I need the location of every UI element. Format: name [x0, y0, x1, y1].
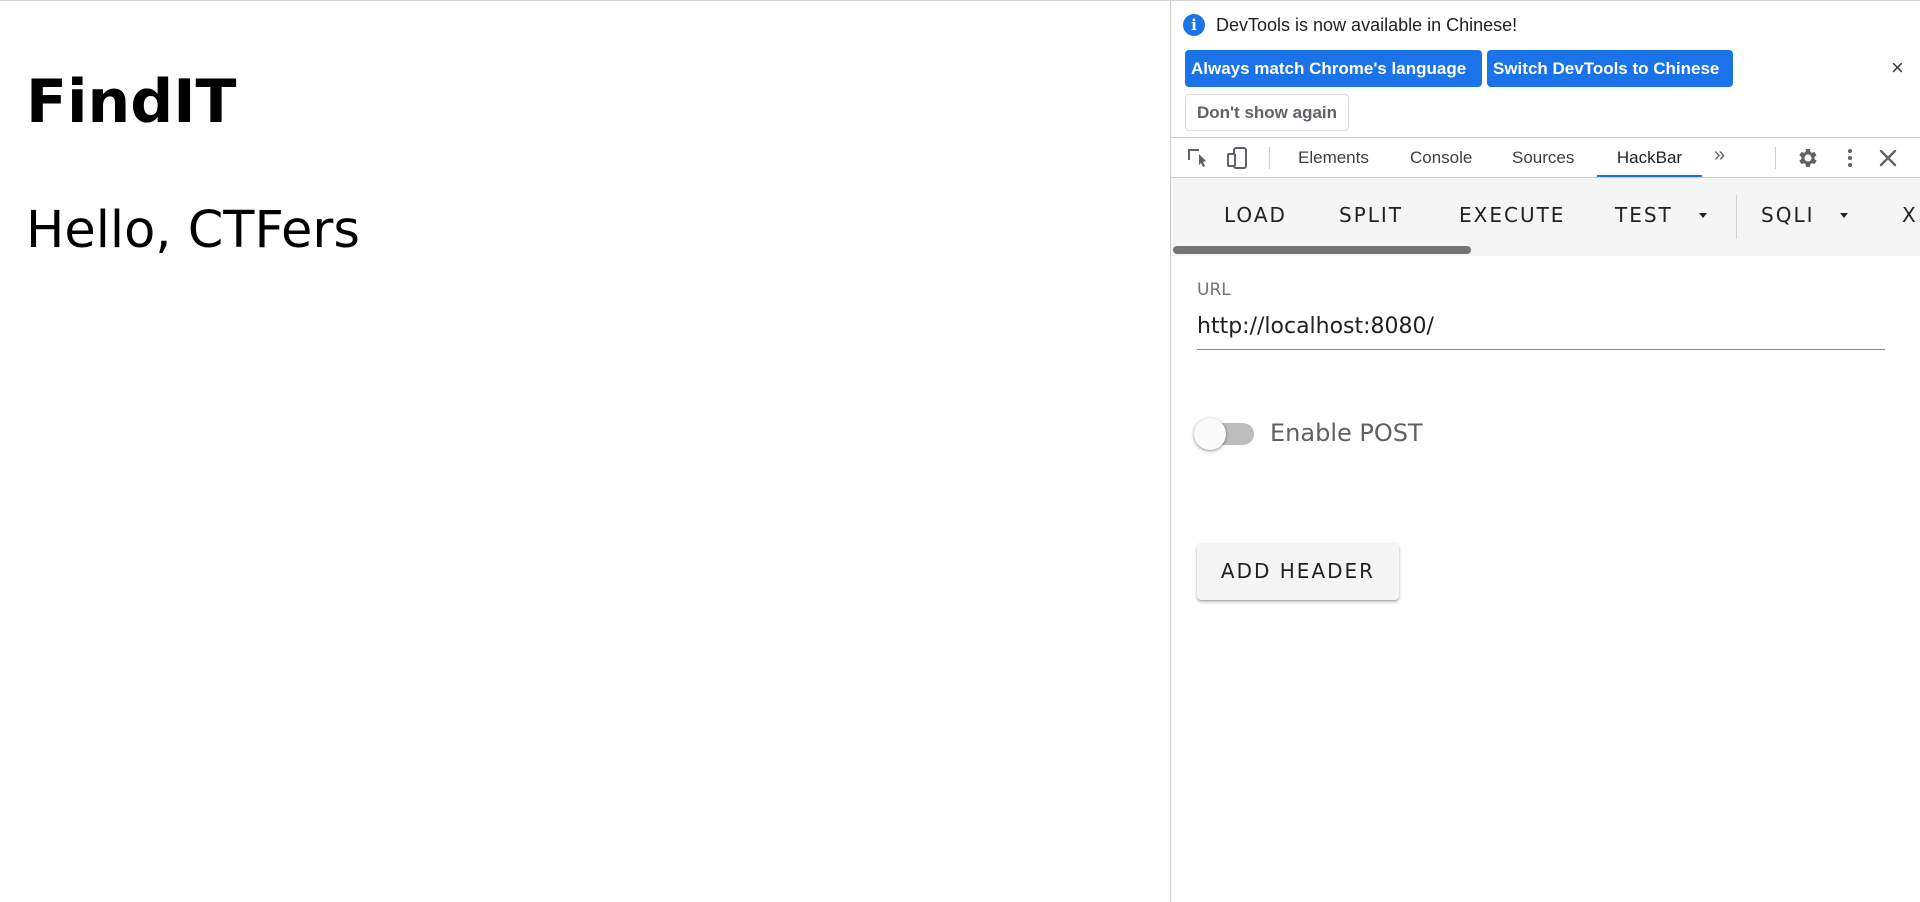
switch-to-chinese-button[interactable]: Switch DevTools to Chinese	[1487, 50, 1733, 87]
sqli-dropdown-icon	[1840, 213, 1848, 218]
devtools-tabbar: Elements Console Sources HackBar »	[1171, 137, 1920, 178]
sqli-menu-button[interactable]: SQLI	[1761, 203, 1814, 227]
url-input[interactable]	[1197, 303, 1885, 350]
infobar-close-icon[interactable]: ×	[1891, 55, 1904, 81]
dont-show-again-button[interactable]: Don't show again	[1185, 94, 1349, 131]
devtools-panel: i DevTools is now available in Chinese! …	[1170, 1, 1920, 902]
settings-gear-icon[interactable]	[1795, 146, 1819, 170]
split-button[interactable]: SPLIT	[1339, 203, 1403, 227]
page-greeting: Hello, CTFers	[26, 201, 360, 260]
enable-post-switch[interactable]	[1194, 418, 1226, 450]
more-options-icon[interactable]	[1838, 146, 1862, 170]
hackbar-toolbar: LOAD SPLIT EXECUTE TEST SQLI X	[1171, 178, 1920, 256]
next-menu-button[interactable]: X	[1902, 203, 1918, 227]
tab-console[interactable]: Console	[1410, 138, 1472, 177]
tab-hackbar[interactable]: HackBar	[1597, 138, 1702, 177]
toolbar-divider	[1775, 147, 1776, 169]
test-dropdown-icon	[1699, 213, 1707, 218]
info-icon: i	[1183, 14, 1205, 36]
web-page: FindIT Hello, CTFers	[0, 1, 1170, 902]
test-menu-button[interactable]: TEST	[1615, 203, 1673, 227]
tab-sources[interactable]: Sources	[1512, 138, 1574, 177]
execute-button[interactable]: EXECUTE	[1459, 203, 1565, 227]
language-infobar: i DevTools is now available in Chinese! …	[1171, 1, 1920, 137]
enable-post-label: Enable POST	[1270, 419, 1423, 447]
close-devtools-icon[interactable]	[1876, 146, 1900, 170]
toolbar-divider	[1736, 195, 1737, 239]
toolbar-divider	[1269, 147, 1270, 169]
add-header-button[interactable]: ADD HEADER	[1197, 543, 1399, 600]
page-heading: FindIT	[26, 67, 237, 137]
load-button[interactable]: LOAD	[1224, 203, 1287, 227]
url-label: URL	[1197, 280, 1231, 300]
tab-elements[interactable]: Elements	[1298, 138, 1369, 177]
toolbar-horizontal-scrollbar[interactable]	[1173, 246, 1471, 254]
infobar-message: DevTools is now available in Chinese!	[1216, 15, 1518, 35]
more-tabs-icon[interactable]: »	[1714, 144, 1725, 167]
device-toolbar-icon[interactable]	[1225, 146, 1249, 170]
match-language-button[interactable]: Always match Chrome's language	[1185, 50, 1482, 87]
inspect-element-icon[interactable]	[1185, 146, 1209, 170]
